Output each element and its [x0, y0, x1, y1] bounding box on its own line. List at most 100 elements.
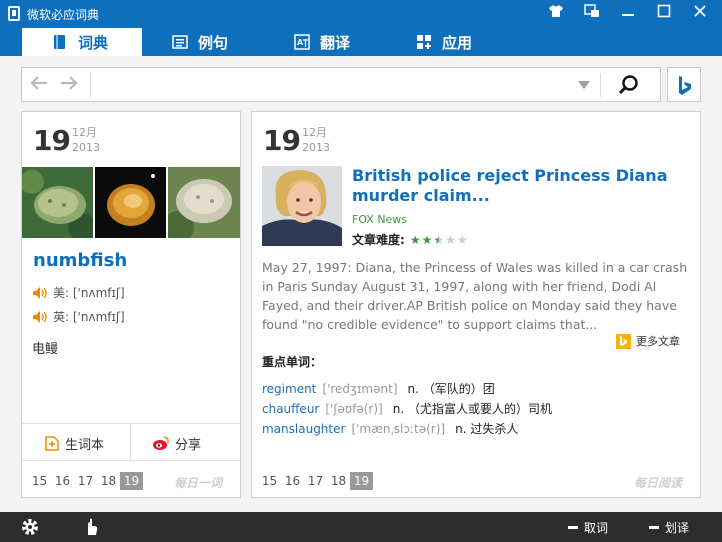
select-translate-toggle[interactable]: 划译 — [649, 519, 689, 536]
page-18[interactable]: 18 — [327, 472, 350, 490]
pron-us-text: ['nʌmfɪʃ] — [72, 285, 125, 300]
more-articles-link[interactable]: 更多文章 — [616, 333, 680, 349]
page-17[interactable]: 17 — [74, 472, 97, 490]
date-month: 12月 — [72, 126, 97, 139]
date-year: 2013 — [302, 141, 330, 154]
pick-word-toggle[interactable]: 取词 — [568, 519, 608, 536]
minimize-icon[interactable] — [612, 0, 644, 28]
keyword-item: regiment ['redʒɪmənt] n. （军队的）团 — [262, 380, 495, 397]
daily-reading-card: 19 12月 2013 British police reject Prince… — [251, 111, 701, 498]
star-icon: ★ — [433, 232, 445, 247]
translate-icon: A — [294, 34, 310, 50]
page-17[interactable]: 17 — [304, 472, 327, 490]
word-photo — [95, 167, 166, 238]
skin-icon[interactable] — [540, 0, 572, 28]
tab-label: 翻译 — [320, 33, 351, 52]
daily-word-card: 19 12月 2013 numbfish 美: ['nʌmfɪʃ] 英: ['n… — [21, 111, 241, 498]
bing-logo-icon — [616, 333, 631, 349]
pron-uk-text: ['nʌmfɪʃ] — [72, 309, 125, 324]
bing-button[interactable] — [667, 67, 701, 102]
weibo-icon — [153, 436, 169, 450]
keyword-word[interactable]: manslaughter — [262, 422, 345, 436]
close-icon[interactable] — [684, 0, 716, 28]
select-translate-label: 划译 — [665, 521, 690, 535]
date-year: 2013 — [72, 141, 100, 154]
keyword-def: n. （尤指富人或要人的）司机 — [392, 402, 553, 416]
keyword-word[interactable]: regiment — [262, 382, 316, 396]
reading-pager: 15 16 17 18 19 — [258, 472, 373, 490]
word-photo — [22, 167, 93, 238]
article-headline[interactable]: British police reject Princess Diana mur… — [352, 166, 682, 206]
difficulty-label: 文章难度: — [352, 233, 405, 247]
page-15[interactable]: 15 — [258, 472, 281, 490]
pron-us: 美: ['nʌmfɪʃ] — [32, 284, 125, 301]
apps-icon — [416, 34, 432, 50]
svg-text:A: A — [297, 38, 304, 47]
keyword-item: manslaughter ['mænˌslɔːtə(r)] n. 过失杀人 — [262, 420, 518, 437]
page-16[interactable]: 16 — [281, 472, 304, 490]
pick-word-hand-icon[interactable] — [82, 517, 102, 537]
tab-dictionary[interactable]: 词典 — [22, 28, 142, 56]
page-16[interactable]: 16 — [51, 472, 74, 490]
star-icon: ★ — [456, 232, 468, 247]
daily-word-label: 每日一词 — [174, 476, 223, 490]
share-label: 分享 — [175, 437, 202, 453]
settings-gear-icon[interactable] — [20, 517, 40, 537]
tab-translate[interactable]: A 翻译 — [294, 28, 394, 56]
date-day: 19 — [33, 124, 71, 157]
book-icon — [52, 34, 68, 50]
search-input[interactable] — [90, 72, 582, 98]
word-pager: 15 16 17 18 19 — [28, 472, 143, 490]
content-area: 19 12月 2013 numbfish 美: ['nʌmfɪʃ] 英: ['n… — [0, 56, 722, 512]
toggle-off-icon — [649, 526, 659, 529]
page-18[interactable]: 18 — [97, 472, 120, 490]
history-dropdown-icon[interactable] — [578, 81, 590, 89]
keyword-item: chauffeur ['ʃəʊfə(r)] n. （尤指富人或要人的）司机 — [262, 400, 552, 417]
search-button[interactable] — [614, 72, 644, 98]
word-photo — [168, 167, 240, 238]
tab-apps[interactable]: 应用 — [416, 28, 516, 56]
forward-arrow-icon[interactable] — [58, 73, 80, 97]
window-title: 微软必应词典 — [27, 8, 100, 22]
mini-mode-icon[interactable] — [576, 0, 608, 28]
bing-logo-icon — [679, 76, 691, 95]
page-19[interactable]: 19 — [350, 472, 373, 490]
toggle-off-icon — [568, 526, 578, 529]
search-separator — [600, 73, 601, 97]
star-icon: ★ — [421, 232, 433, 247]
maximize-icon[interactable] — [648, 0, 680, 28]
article-source: FOX News — [352, 213, 408, 226]
keyword-pron: ['redʒɪmənt] — [322, 382, 398, 396]
page-15[interactable]: 15 — [28, 472, 51, 490]
keywords-title: 重点单词： — [262, 355, 323, 369]
keyword-pron: ['ʃəʊfə(r)] — [325, 402, 383, 416]
star-icon: ★ — [445, 232, 456, 247]
keyword-pron: ['mænˌslɔːtə(r)] — [351, 422, 446, 436]
tab-sentences[interactable]: 例句 — [172, 28, 272, 56]
date-month: 12月 — [302, 126, 327, 139]
difficulty-stars: ★ ★ ★ ★ ★ — [409, 233, 468, 247]
pron-uk-label: 英: — [53, 310, 70, 324]
daily-word[interactable]: numbfish — [33, 250, 127, 271]
article-summary[interactable]: May 27, 1997: Diana, the Princess of Wal… — [262, 258, 692, 334]
daily-reading-label: 每日阅读 — [634, 476, 683, 490]
article-difficulty: 文章难度: ★ ★ ★ ★ ★ — [352, 231, 468, 248]
tab-label: 词典 — [78, 33, 109, 52]
more-articles-label: 更多文章 — [636, 335, 680, 348]
tab-label: 例句 — [198, 33, 229, 52]
add-to-wordbook-button[interactable]: 生词本 — [44, 424, 104, 462]
speaker-icon[interactable] — [32, 310, 48, 324]
pron-uk: 英: ['nʌmfɪʃ] — [32, 308, 125, 325]
star-icon: ★ — [409, 232, 421, 247]
page-19[interactable]: 19 — [120, 472, 143, 490]
back-arrow-icon[interactable] — [28, 73, 50, 97]
word-actions: 生词本 分享 — [22, 423, 240, 462]
pick-word-label: 取词 — [584, 521, 609, 535]
speaker-icon[interactable] — [32, 286, 48, 300]
keyword-word[interactable]: chauffeur — [262, 402, 319, 416]
share-button[interactable]: 分享 — [152, 424, 201, 462]
date-day: 19 — [263, 124, 301, 157]
article-photo[interactable] — [262, 166, 342, 246]
main-tabs: 词典 例句 A 翻译 应用 — [0, 28, 722, 56]
keyword-def: n. （军队的）团 — [407, 382, 495, 396]
